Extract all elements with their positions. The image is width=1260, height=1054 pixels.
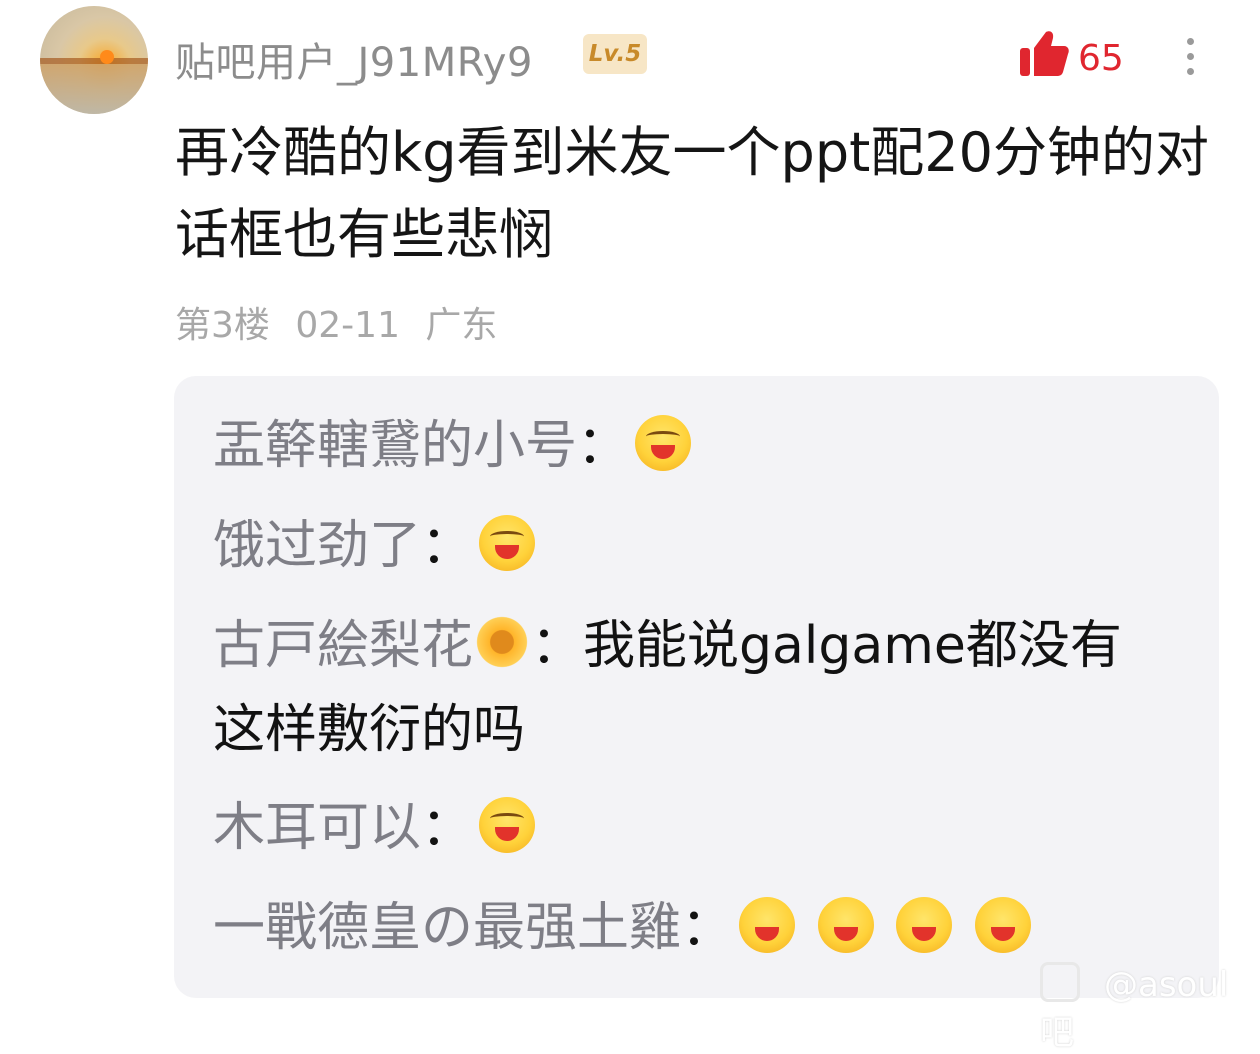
reply-author[interactable]: 一戰德皇の最强土雞 — [213, 898, 681, 958]
username[interactable]: 贴吧用户_J91MRy9 — [175, 30, 533, 88]
post-date: 02-11 — [295, 305, 400, 346]
reply-item[interactable]: 木耳可以： — [213, 786, 1153, 870]
post-meta: 第3楼 02-11 广东 — [175, 296, 511, 348]
like-count: 65 — [1078, 38, 1124, 79]
more-vertical-icon[interactable] — [1184, 38, 1196, 84]
avatar[interactable] — [40, 6, 148, 114]
post-text: 再冷酷的kg看到米友一个ppt配20分钟的对话框也有些悲悯 — [175, 121, 1209, 266]
thumbs-up-icon[interactable] — [1018, 28, 1070, 80]
reply-author[interactable]: 盂簳轄鵞的小号 — [213, 416, 577, 476]
level-badge: Lv.5 — [583, 34, 647, 74]
reply-separator: ： — [421, 516, 474, 576]
reply-item[interactable]: 饿过劲了： — [213, 504, 1153, 588]
smile-emoji-icon — [974, 897, 1031, 953]
smile-emoji-icon — [896, 897, 953, 953]
reply-item[interactable]: 古戸絵梨花 ：我能说galgame都没有这样敷衍的吗 — [213, 604, 1153, 772]
smile-emoji-icon — [817, 897, 874, 953]
laughing-emoji-icon — [479, 797, 536, 853]
flower-emoji-icon — [473, 613, 532, 671]
watermark: @asoul吧 — [1040, 962, 1260, 1054]
reply-author[interactable]: 古戸絵梨花 — [213, 616, 473, 676]
reply-author[interactable]: 饿过劲了 — [213, 516, 421, 576]
reply-separator: ： — [681, 898, 734, 958]
reply-separator: ： — [531, 616, 584, 676]
reply-separator: ： — [421, 798, 474, 858]
smile-emoji-icon — [739, 897, 796, 953]
post-location: 广东 — [425, 305, 498, 346]
reply-separator: ： — [577, 416, 630, 476]
reply-author[interactable]: 木耳可以 — [213, 798, 421, 858]
floor-number: 第3楼 — [175, 305, 270, 346]
laughing-emoji-icon — [635, 415, 692, 471]
tieba-logo-icon — [1040, 962, 1080, 1002]
laughing-emoji-icon — [479, 515, 536, 571]
reply-item[interactable]: 一戰德皇の最强土雞： — [213, 886, 1153, 970]
reply-item[interactable]: 盂簳轄鵞的小号： — [213, 404, 1153, 488]
